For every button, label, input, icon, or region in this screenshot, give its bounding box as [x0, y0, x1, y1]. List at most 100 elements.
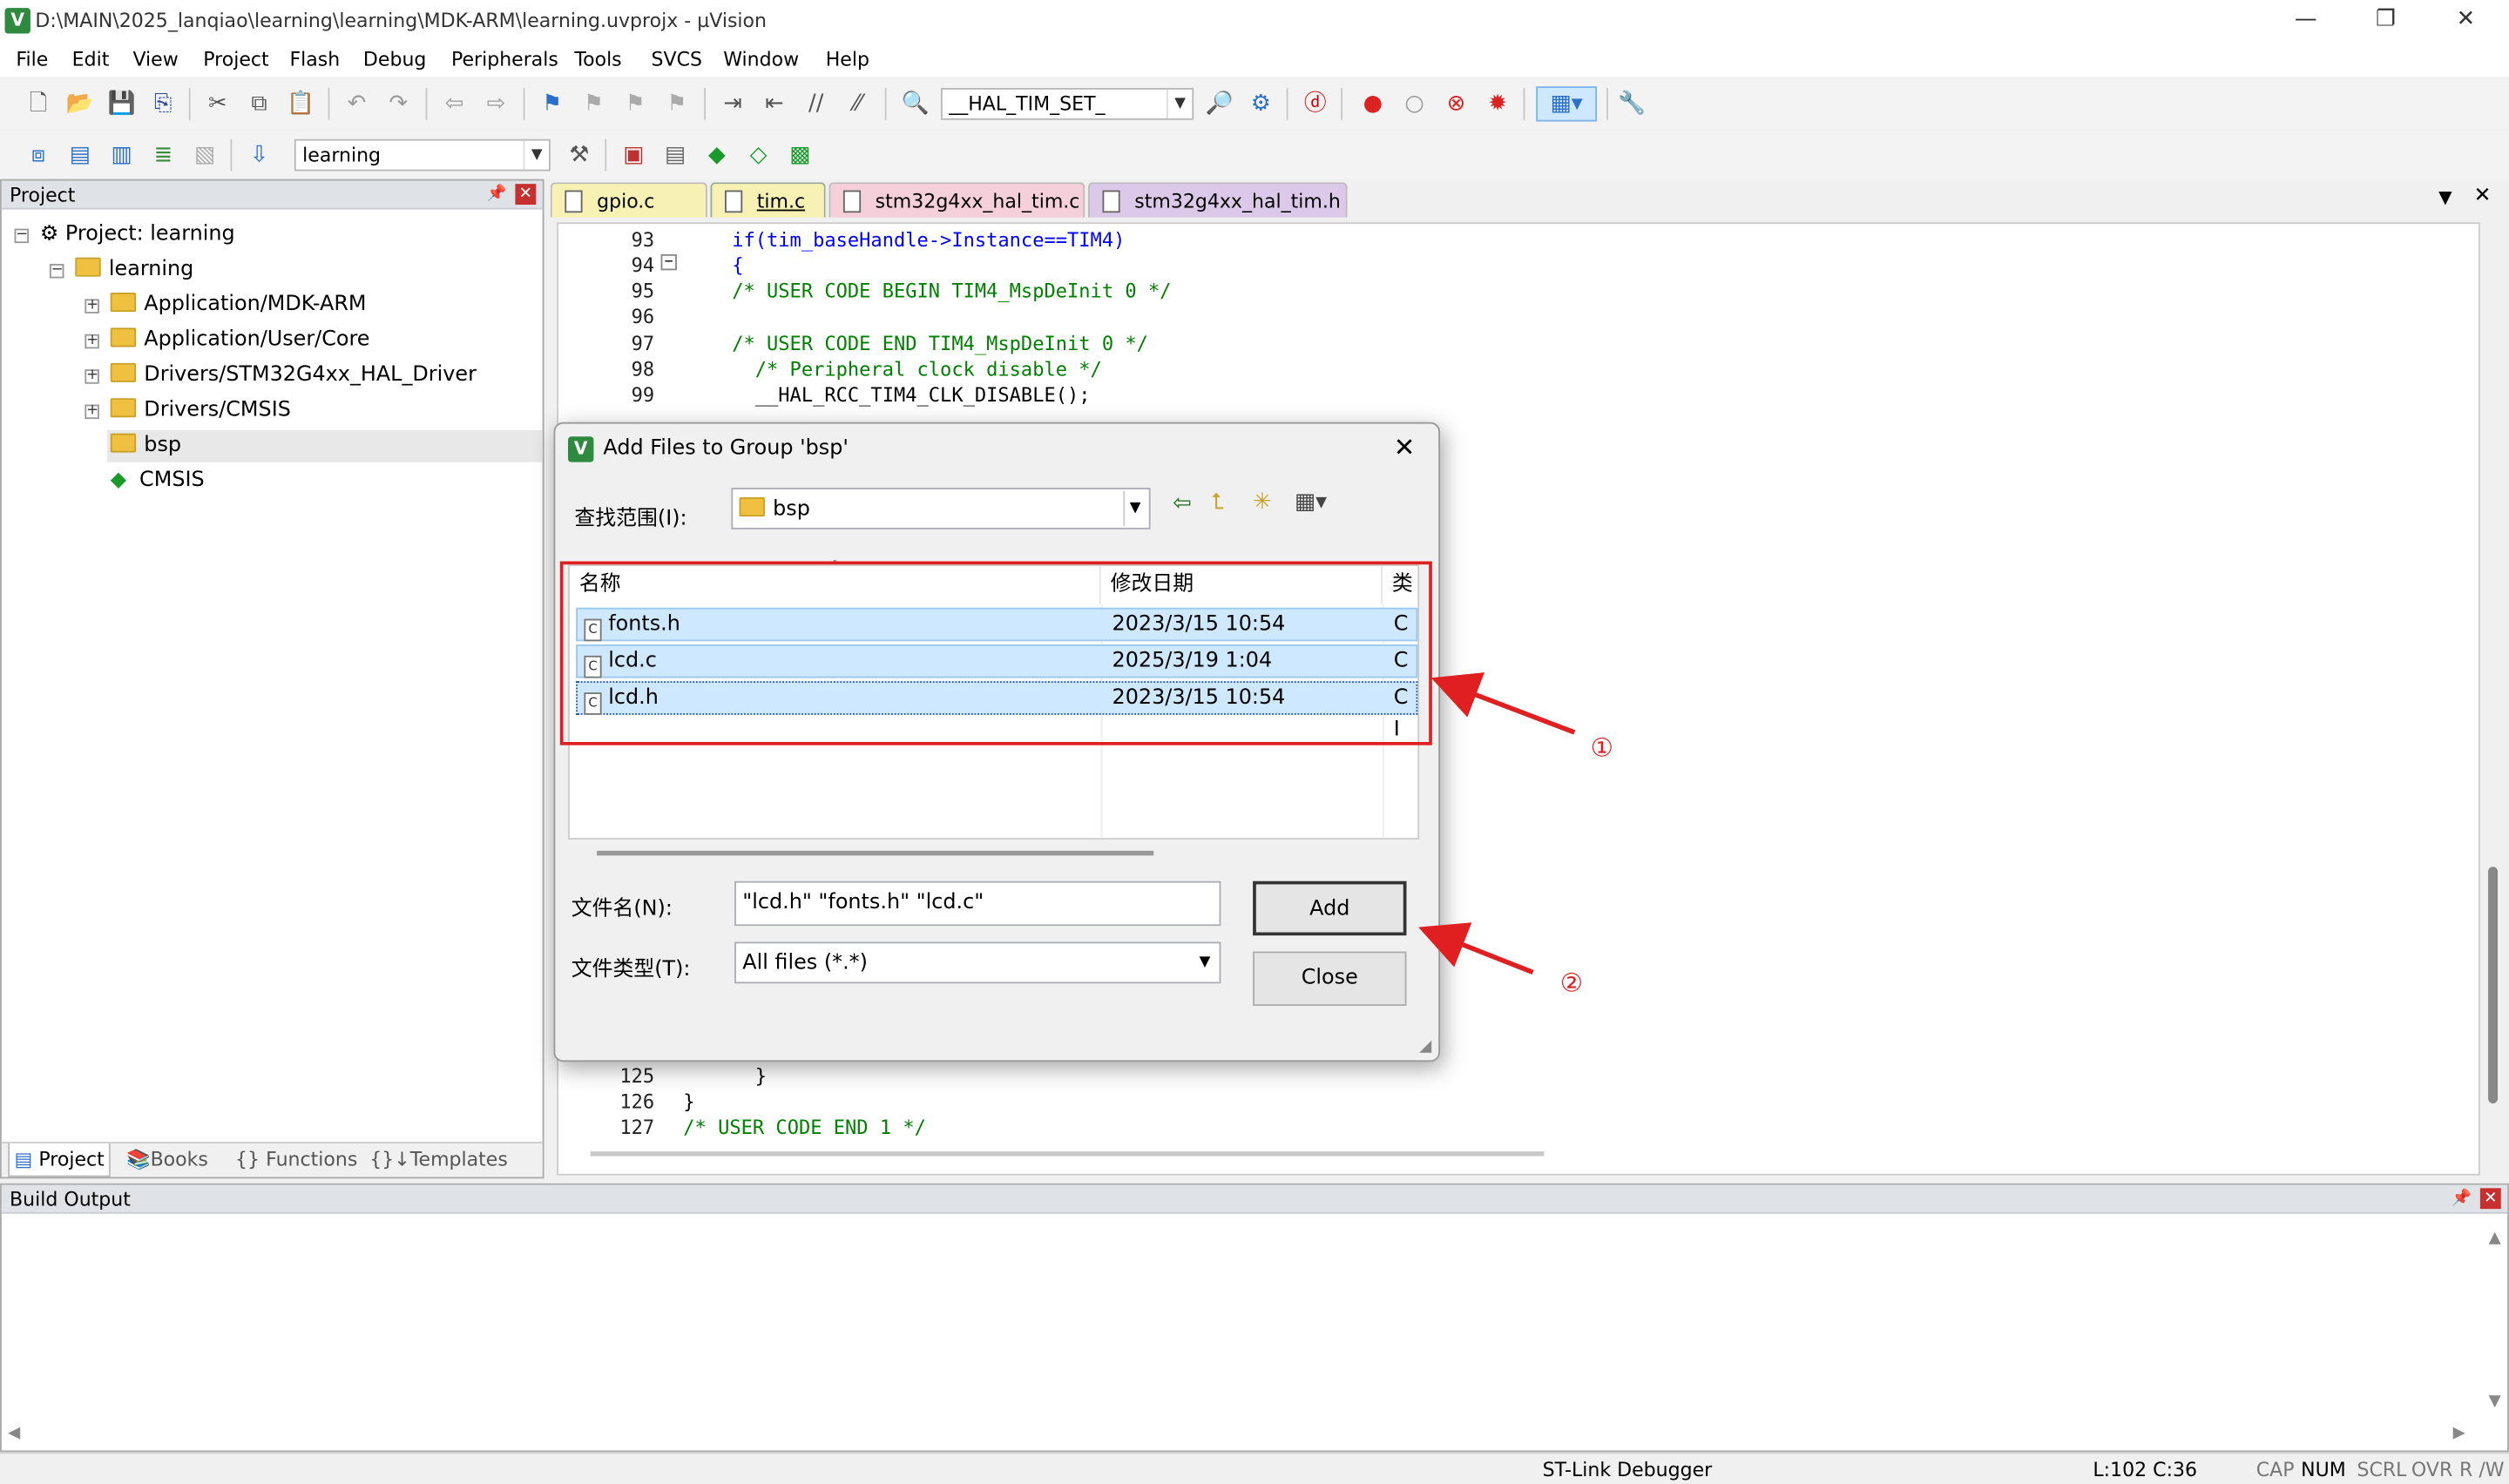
filename-input[interactable]: "lcd.h" "fonts.h" "lcd.c": [734, 880, 1221, 927]
comment-icon[interactable]: //: [800, 88, 832, 120]
tab-stm32g4xx-hal-tim-h[interactable]: stm32g4xx_hal_tim.h: [1087, 182, 1348, 218]
start-debug-icon[interactable]: ⓓ: [1299, 88, 1331, 120]
resize-grip-icon[interactable]: ◢: [1419, 1038, 1431, 1056]
tab-functions[interactable]: {} Functions: [235, 1148, 357, 1170]
close-panel-icon[interactable]: ✕: [515, 184, 537, 206]
tab-list-icon[interactable]: ▼: [2438, 187, 2452, 208]
back-arrow-icon[interactable]: ⇦: [1173, 491, 1192, 516]
dialog-close-icon[interactable]: ✕: [1394, 432, 1416, 462]
menu-tools[interactable]: Tools: [574, 48, 621, 71]
open-folder-icon[interactable]: 📂: [64, 88, 96, 120]
copy-icon[interactable]: ⧉: [243, 88, 275, 120]
redo-icon[interactable]: ↷: [382, 88, 415, 120]
window-layout-icon[interactable]: ▦▾: [1536, 86, 1598, 122]
menu-peripherals[interactable]: Peripherals: [451, 48, 558, 71]
tab-tim-c[interactable]: tim.c: [710, 182, 826, 218]
next-bookmark-icon[interactable]: ⚑: [619, 88, 652, 120]
new-folder-icon[interactable]: ✳: [1253, 489, 1272, 515]
tree-item-project[interactable]: − ⚙ Project: learning: [14, 219, 235, 252]
navigate-back-icon[interactable]: ⇦: [438, 88, 470, 120]
disable-all-breakpoints-icon[interactable]: ⊗: [1440, 88, 1472, 120]
horizontal-scrollbar[interactable]: [590, 1151, 1545, 1157]
chevron-down-icon[interactable]: ▼: [523, 140, 549, 170]
tree-item-group[interactable]: + Drivers/STM32G4xx_HAL_Driver: [85, 360, 477, 392]
chevron-down-icon[interactable]: ▼: [1166, 89, 1192, 118]
tree-item-bsp[interactable]: bsp: [85, 430, 181, 462]
clear-bookmarks-icon[interactable]: ⚑: [661, 88, 693, 120]
scroll-right-icon[interactable]: ▶: [2453, 1425, 2465, 1442]
uncomment-icon[interactable]: ⁄⁄: [842, 88, 874, 120]
debug-session-icon[interactable]: ⚙: [1245, 88, 1277, 120]
menu-debug[interactable]: Debug: [363, 48, 426, 71]
tab-books[interactable]: 📚Books: [126, 1148, 208, 1170]
view-menu-icon[interactable]: ▦▾: [1295, 489, 1327, 515]
prev-bookmark-icon[interactable]: ⚑: [578, 88, 610, 120]
navigate-forward-icon[interactable]: ⇨: [480, 88, 512, 120]
file-extensions-icon[interactable]: ▣: [618, 139, 650, 172]
tree-item-group[interactable]: + Application/User/Core: [85, 325, 370, 357]
tab-gpio-c[interactable]: gpio.c: [550, 182, 707, 218]
menu-view[interactable]: View: [132, 48, 178, 71]
file-list-scrollbar[interactable]: [597, 850, 1154, 856]
up-folder-icon[interactable]: ⮤: [1211, 489, 1224, 515]
pin-icon[interactable]: 📌: [2452, 1188, 2472, 1209]
pin-icon[interactable]: 📌: [486, 184, 507, 205]
menu-flash[interactable]: Flash: [289, 48, 340, 71]
close-button[interactable]: Close: [1253, 951, 1407, 1006]
scroll-up-icon[interactable]: ▲: [2489, 1230, 2501, 1247]
indent-icon[interactable]: ⇥: [717, 88, 749, 120]
target-options-icon[interactable]: ⚒: [564, 139, 596, 172]
tree-item-group[interactable]: + Drivers/CMSIS: [85, 395, 291, 428]
undo-icon[interactable]: ↶: [341, 88, 373, 120]
menu-help[interactable]: Help: [826, 48, 869, 71]
menu-window[interactable]: Window: [723, 48, 799, 71]
chevron-down-icon[interactable]: ▼: [1123, 490, 1146, 527]
lookin-combo[interactable]: bsp ▼: [731, 488, 1151, 530]
save-icon[interactable]: 💾: [105, 88, 138, 120]
pack-installer-icon[interactable]: ▩: [784, 139, 816, 172]
tree-item-cmsis[interactable]: ◆ CMSIS: [85, 465, 205, 497]
vertical-scrollbar[interactable]: [2483, 226, 2506, 1171]
scroll-left-icon[interactable]: ◀: [8, 1425, 20, 1442]
manage-runtime-icon[interactable]: ◇: [742, 139, 774, 172]
paste-icon[interactable]: 📋: [285, 88, 317, 120]
tab-stm32g4xx-hal-tim-c[interactable]: stm32g4xx_hal_tim.c: [828, 182, 1085, 218]
fold-marker-icon[interactable]: −: [660, 253, 677, 271]
stop-build-icon[interactable]: ▧: [189, 139, 221, 172]
tab-templates[interactable]: {}↓Templates: [369, 1148, 508, 1170]
manage-multi-project-icon[interactable]: ▤: [659, 139, 692, 172]
kill-all-breakpoints-icon[interactable]: ✹: [1482, 88, 1514, 120]
new-file-icon[interactable]: 🗋: [23, 88, 55, 120]
menu-svcs[interactable]: SVCS: [652, 48, 702, 71]
bookmark-icon[interactable]: ⚑: [536, 88, 568, 120]
disable-breakpoint-icon[interactable]: ○: [1398, 88, 1430, 120]
unindent-icon[interactable]: ⇤: [759, 88, 791, 120]
menu-edit[interactable]: Edit: [72, 48, 110, 71]
close-panel-icon[interactable]: ✕: [2479, 1188, 2501, 1210]
restore-button[interactable]: ❐: [2362, 6, 2410, 31]
chevron-down-icon[interactable]: ▼: [1194, 945, 1216, 980]
tree-item-target[interactable]: − learning: [49, 254, 193, 287]
tab-project[interactable]: ▤ Project: [15, 1148, 105, 1170]
tree-item-group[interactable]: + Application/MDK-ARM: [85, 289, 367, 321]
close-editor-icon[interactable]: ✕: [2474, 184, 2492, 208]
find-in-files-icon[interactable]: 🔍: [899, 88, 931, 120]
add-button[interactable]: Add: [1253, 880, 1407, 936]
close-window-button[interactable]: ✕: [2442, 6, 2490, 31]
build-icon[interactable]: ▤: [64, 139, 96, 172]
target-combo[interactable]: learning ▼: [294, 138, 551, 172]
incremental-find-icon[interactable]: 🔎: [1203, 88, 1235, 120]
find-combo[interactable]: __HAL_TIM_SET_ ▼: [940, 87, 1194, 120]
minimize-button[interactable]: —: [2282, 6, 2330, 31]
menu-file[interactable]: File: [16, 48, 48, 71]
translate-icon[interactable]: ⧈: [23, 139, 55, 172]
breakpoint-icon[interactable]: ●: [1357, 88, 1390, 120]
batch-build-icon[interactable]: ≣: [147, 139, 179, 172]
filetype-select[interactable]: All files (*.*) ▼: [734, 941, 1221, 984]
configure-icon[interactable]: 🔧: [1616, 88, 1648, 120]
select-packs-icon[interactable]: ◆: [700, 139, 733, 172]
save-all-icon[interactable]: ⎘: [147, 88, 179, 120]
cut-icon[interactable]: ✂: [201, 88, 233, 120]
download-icon[interactable]: ⇩: [243, 139, 275, 172]
rebuild-icon[interactable]: ▥: [105, 139, 138, 172]
